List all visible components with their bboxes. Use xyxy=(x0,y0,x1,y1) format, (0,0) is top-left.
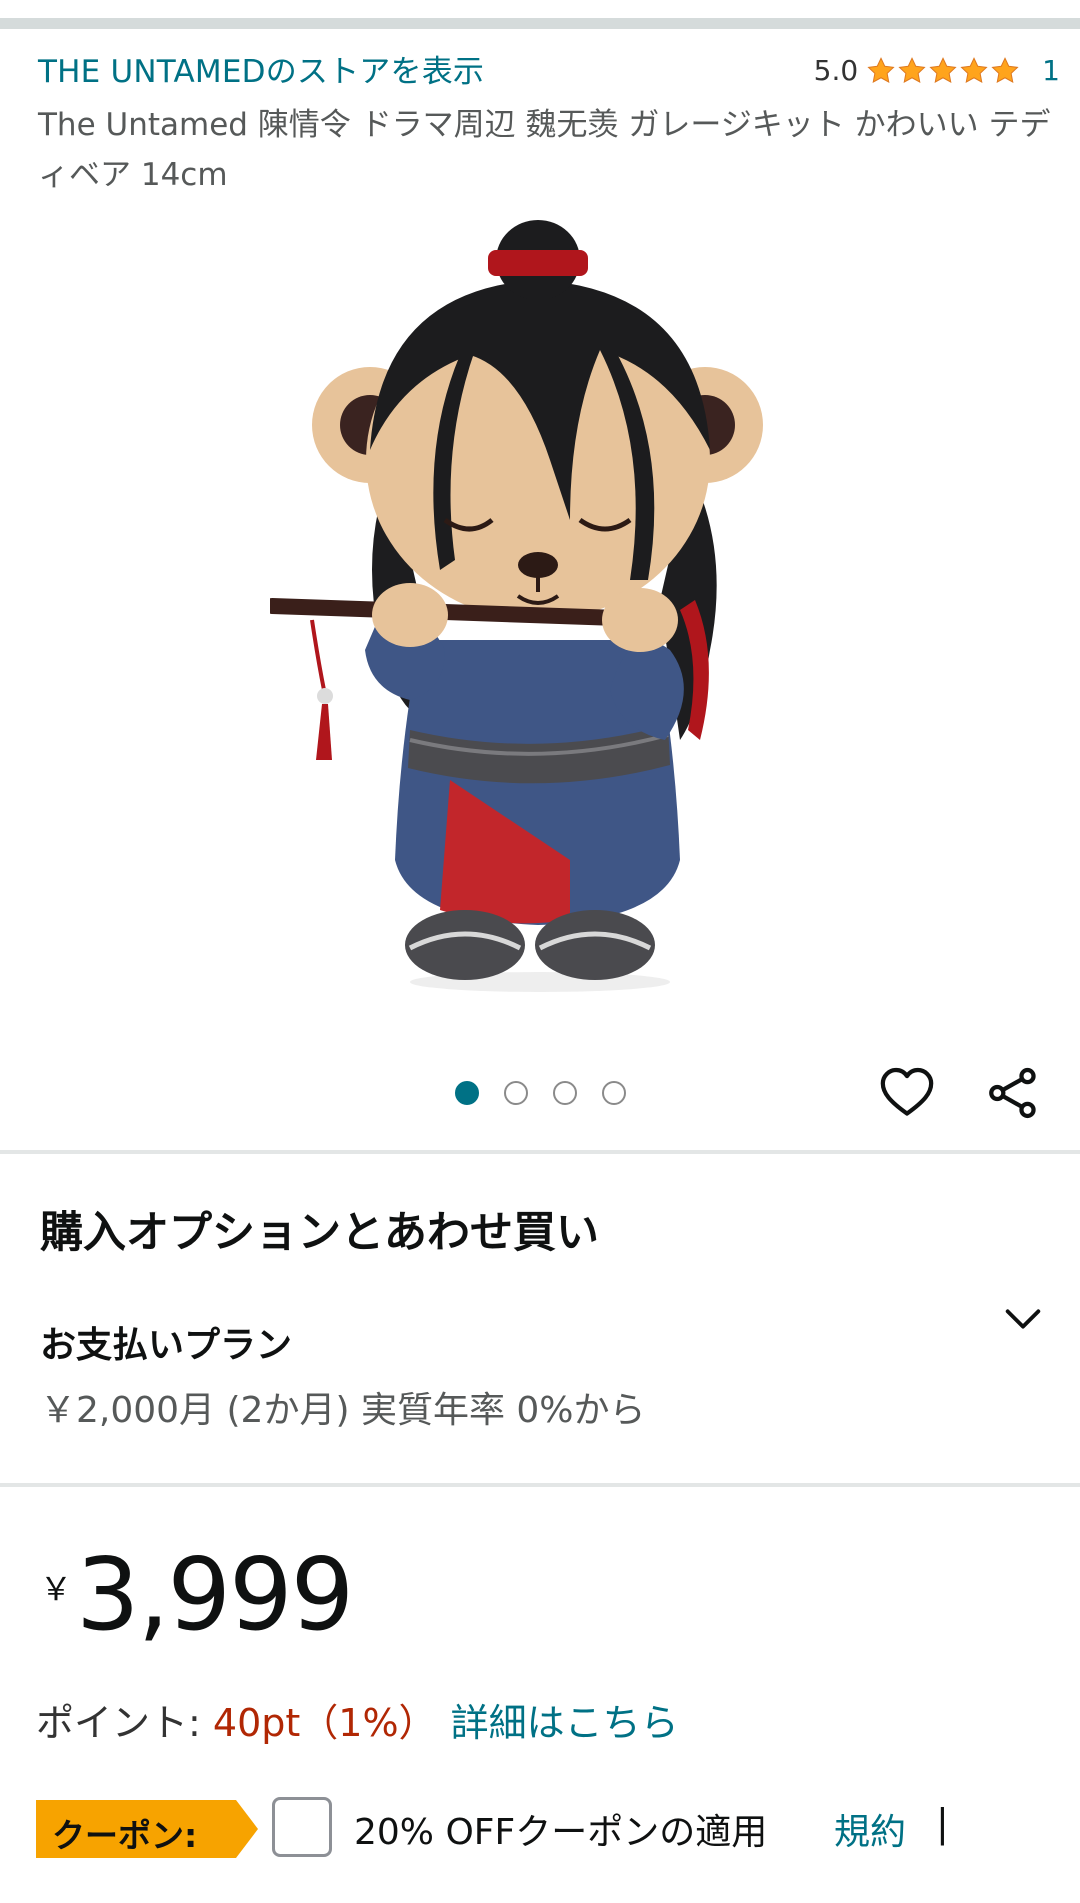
top-border xyxy=(0,18,1080,29)
carousel-dot[interactable] xyxy=(602,1081,626,1105)
share-icon[interactable] xyxy=(984,1064,1042,1122)
section-divider xyxy=(0,1150,1080,1154)
product-image[interactable] xyxy=(270,220,810,1000)
chevron-down-icon[interactable] xyxy=(1000,1296,1046,1342)
points-value: 40pt（1%） xyxy=(212,1701,437,1745)
star-icon xyxy=(929,56,957,83)
coupon-apply-label[interactable]: 20% OFFクーポンの適用 xyxy=(354,1803,767,1855)
payment-plan-detail: ￥2,000月 (2か月) 実質年率 0%から xyxy=(40,1390,646,1431)
coupon-badge: クーポン: xyxy=(36,1800,236,1858)
coupon-row: クーポン: 20% OFFクーポンの適用 規約 | xyxy=(36,1797,1076,1859)
payment-plan-label[interactable]: お支払いプラン xyxy=(40,1316,292,1368)
rating-count[interactable]: 1 xyxy=(1042,54,1060,87)
store-link[interactable]: THE UNTAMEDのストアを表示 xyxy=(38,46,484,91)
coupon-checkbox[interactable] xyxy=(272,1797,332,1857)
section-divider xyxy=(0,1483,1080,1487)
star-icon xyxy=(991,56,1019,83)
heart-icon[interactable] xyxy=(878,1064,936,1122)
carousel-dot[interactable] xyxy=(553,1081,577,1105)
image-carousel-dots[interactable] xyxy=(455,1081,626,1105)
star-icon xyxy=(960,56,988,83)
star-icon xyxy=(898,56,926,83)
star-rating xyxy=(866,56,1020,86)
price-value: 3,999 xyxy=(76,1536,354,1653)
coupon-terms-link[interactable]: 規約 xyxy=(834,1803,906,1855)
coupon-badge-notch xyxy=(236,1800,258,1858)
coupon-separator: | xyxy=(936,1801,949,1845)
carousel-dot[interactable] xyxy=(504,1081,528,1105)
purchase-options-title: 購入オプションとあわせ買い xyxy=(40,1208,599,1258)
star-icon xyxy=(867,56,895,83)
rating-summary[interactable]: 5.0 1 xyxy=(814,54,1060,87)
carousel-dot[interactable] xyxy=(455,1081,479,1105)
points-label: ポイント: xyxy=(36,1701,213,1745)
rating-score: 5.0 xyxy=(813,54,859,87)
points-row: ポイント: 40pt（1%） 詳細はこちら xyxy=(36,1692,679,1747)
price-currency-symbol: ￥ xyxy=(40,1570,73,1608)
coupon-badge-label: クーポン: xyxy=(52,1816,198,1855)
product-title: The Untamed 陳情令 ドラマ周辺 魏无羡 ガレージキット かわいい テ… xyxy=(38,107,1051,193)
points-details-link[interactable]: 詳細はこちら xyxy=(451,1701,679,1745)
